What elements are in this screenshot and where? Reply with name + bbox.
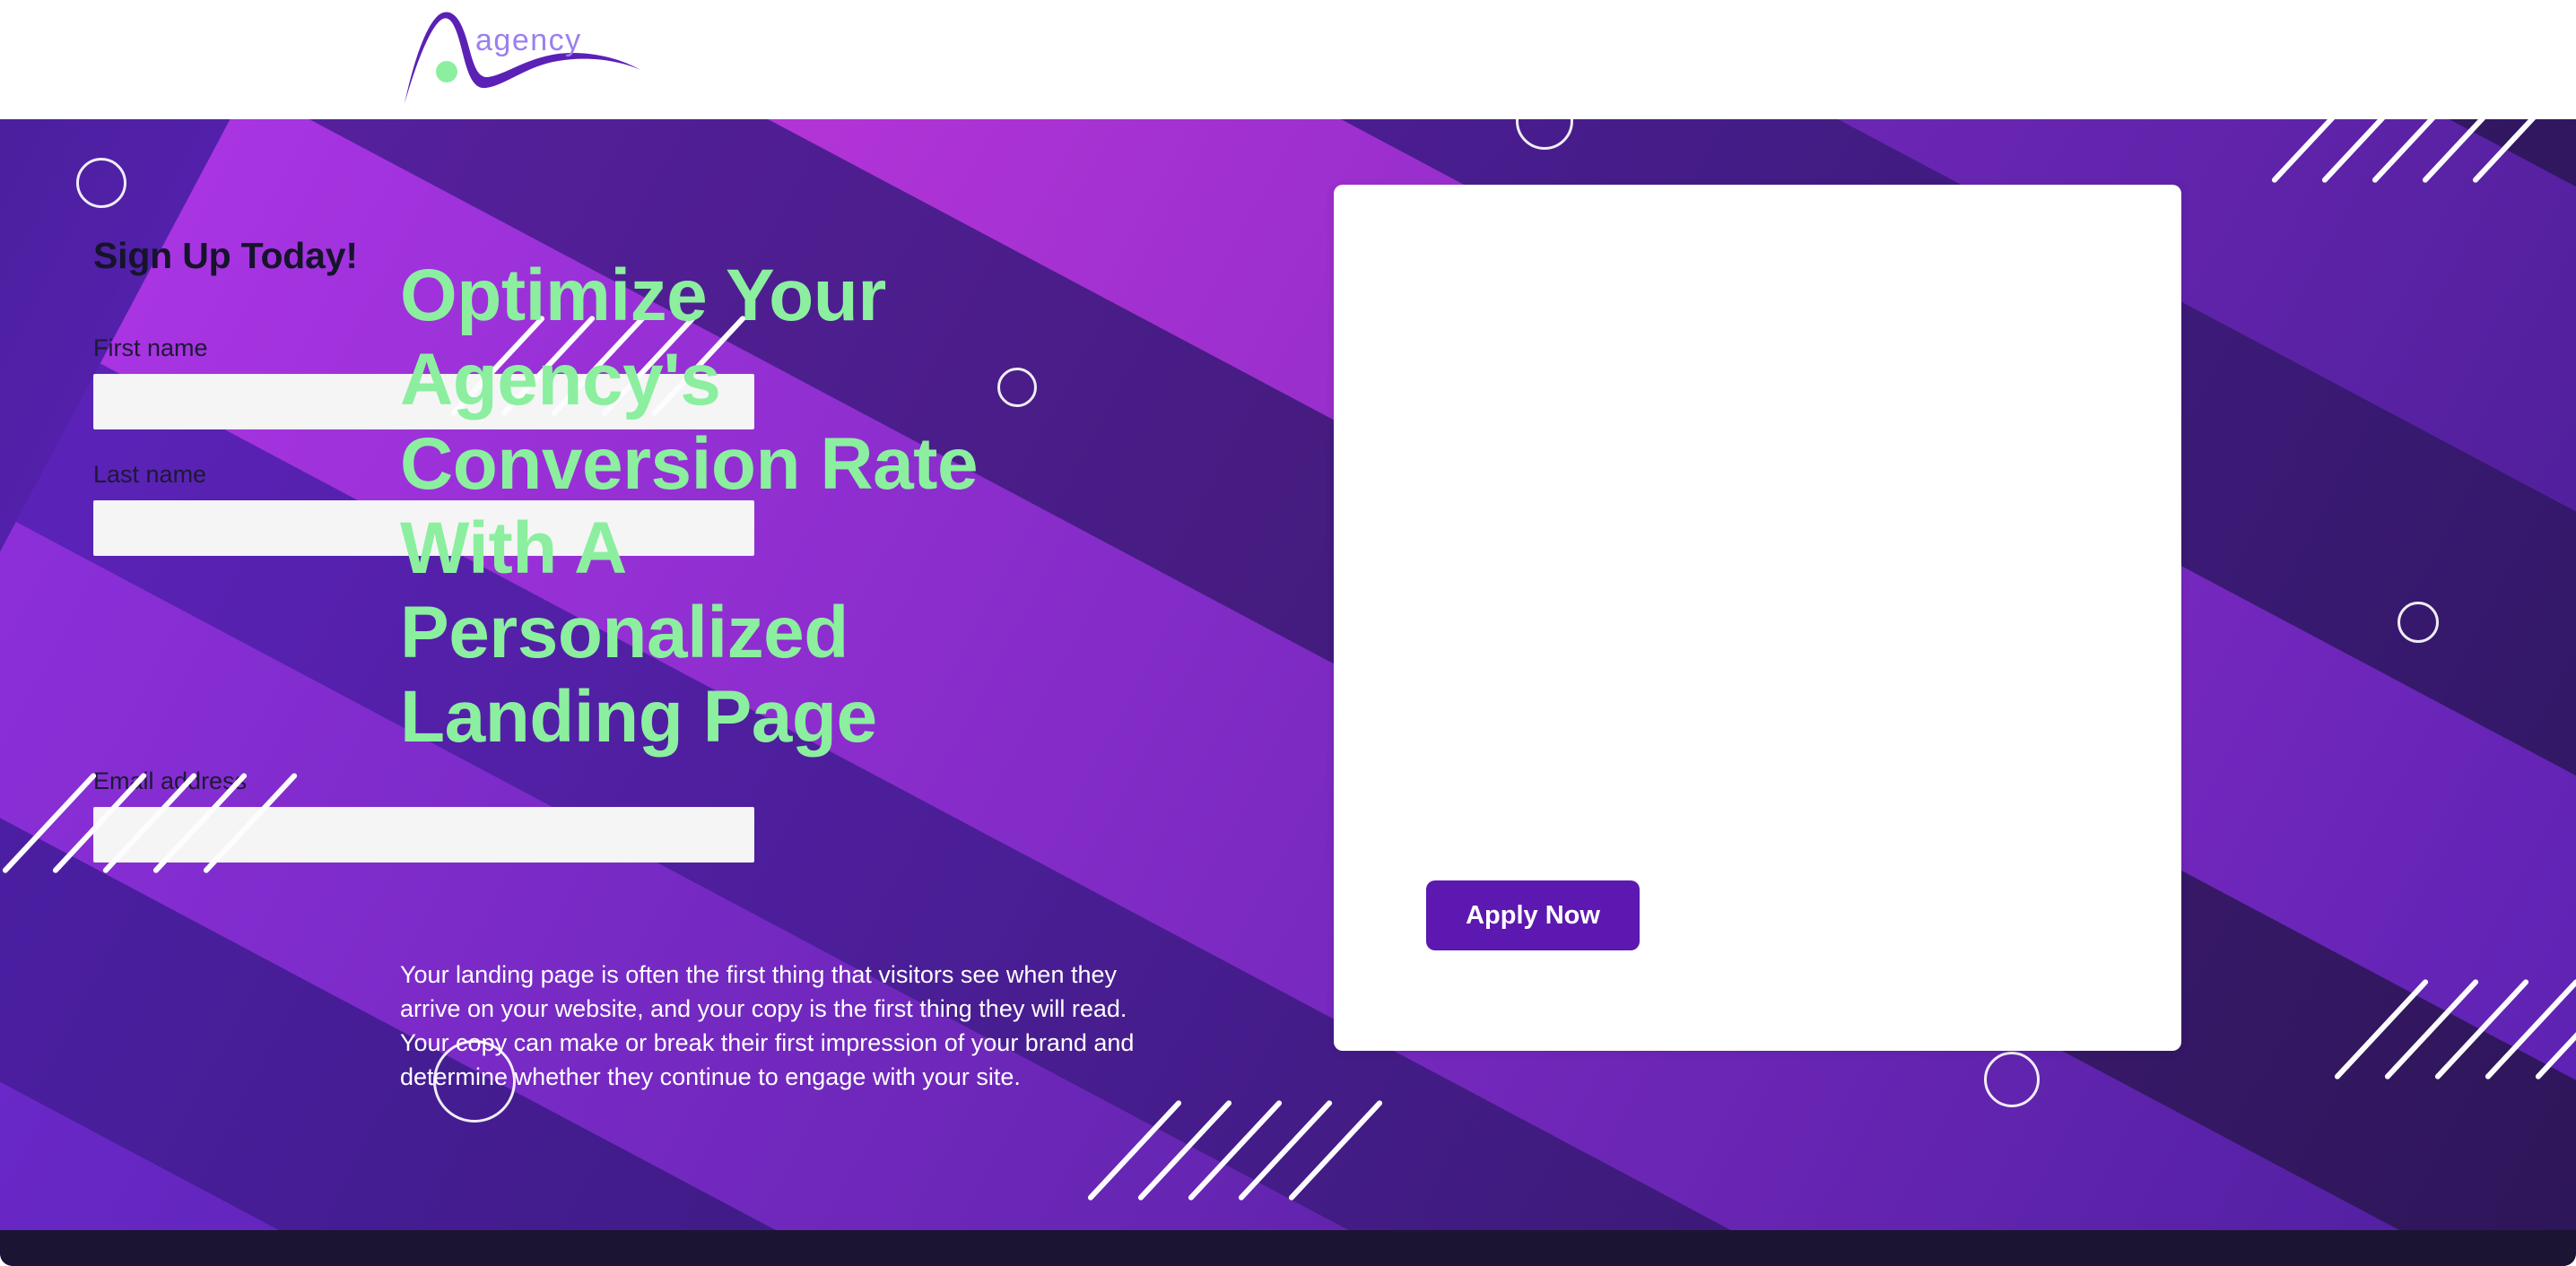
page-title: Optimize Your Agency's Conversion Rate W… <box>400 255 979 758</box>
agency-logo[interactable]: agency <box>400 11 651 109</box>
hero-content: Optimize Your Agency's Conversion Rate W… <box>0 119 2576 1266</box>
logo-dot <box>436 61 457 82</box>
agency-logo-mark: agency <box>405 12 640 105</box>
site-header: agency <box>0 0 2576 119</box>
svg-text:agency: agency <box>475 23 582 57</box>
apply-now-button[interactable]: Apply Now <box>1426 880 1640 950</box>
hero-subcopy: Your landing page is often the first thi… <box>400 961 1135 1090</box>
hero-section: Optimize Your Agency's Conversion Rate W… <box>0 119 2576 1266</box>
